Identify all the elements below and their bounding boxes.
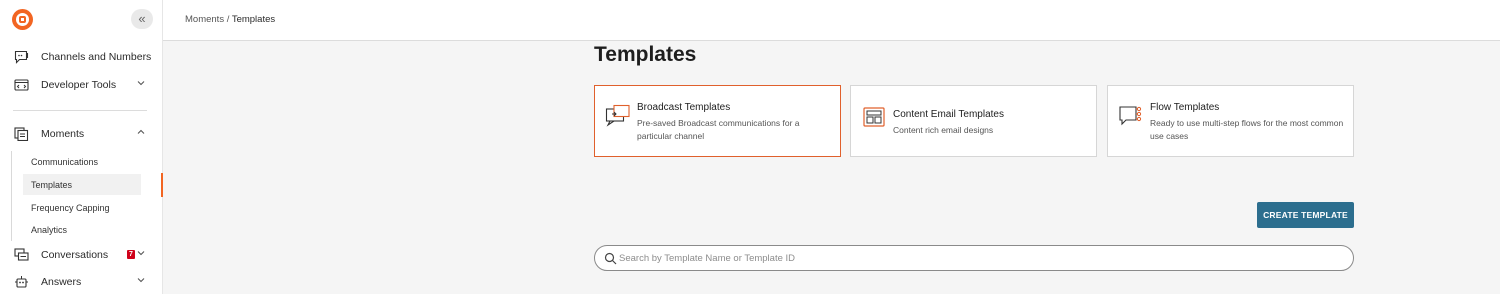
broadcast-icon bbox=[605, 104, 630, 127]
submenu-guide-line bbox=[11, 151, 12, 241]
sidebar-item-channels[interactable]: Channels and Numbers bbox=[0, 45, 162, 69]
content-email-templates-card[interactable]: Content Email Templates Content rich ema… bbox=[850, 85, 1097, 157]
top-bar: Moments / Templates bbox=[163, 0, 1500, 41]
sidebar-subitem-analytics[interactable]: Analytics bbox=[23, 219, 141, 240]
sidebar-item-label: Answers bbox=[41, 276, 82, 288]
sidebar-divider bbox=[13, 110, 147, 111]
sidebar-item-moments[interactable]: Moments bbox=[0, 122, 162, 146]
sidebar-item-answers[interactable]: Answers bbox=[0, 270, 162, 294]
robot-icon bbox=[15, 276, 28, 288]
search-input[interactable] bbox=[619, 250, 1339, 267]
breadcrumb-separator: / bbox=[224, 14, 232, 25]
card-description: Content rich email designs bbox=[893, 125, 994, 135]
sidebar-item-label: Conversations bbox=[41, 249, 109, 261]
chevron-down-icon[interactable] bbox=[137, 79, 145, 87]
search-icon bbox=[604, 252, 617, 265]
breadcrumb-current: Templates bbox=[231, 14, 276, 25]
chat-bubble-icon bbox=[14, 50, 29, 64]
sidebar-subitem-communications[interactable]: Communications bbox=[23, 151, 141, 172]
card-description: Pre-saved Broadcast communications for a… bbox=[637, 118, 800, 141]
logo-icon[interactable] bbox=[12, 9, 33, 30]
sidebar-item-conversations[interactable]: Conversations 7 bbox=[0, 243, 162, 267]
app: « Channels and Numbers Developer Tools M… bbox=[0, 0, 1500, 294]
sidebar-subitem-templates[interactable]: Templates bbox=[23, 174, 141, 195]
chevron-down-icon[interactable] bbox=[137, 276, 145, 284]
sidebar-subitem-frequency-capping[interactable]: Frequency Capping bbox=[23, 197, 141, 218]
card-title: Flow Templates bbox=[1150, 102, 1220, 113]
sidebar-item-label: Developer Tools bbox=[41, 79, 117, 91]
notification-badge: 7 bbox=[127, 250, 135, 259]
email-layout-icon bbox=[863, 107, 885, 127]
flow-icon bbox=[1119, 106, 1142, 126]
active-page-marker bbox=[161, 173, 163, 197]
sidebar: « Channels and Numbers Developer Tools M… bbox=[0, 0, 163, 294]
broadcast-templates-card[interactable]: Broadcast Templates Pre-saved Broadcast … bbox=[594, 85, 841, 157]
chevron-up-icon[interactable] bbox=[137, 128, 145, 136]
chevron-down-icon[interactable] bbox=[137, 249, 145, 257]
breadcrumb: Moments / Templates bbox=[185, 14, 275, 25]
sidebar-item-developer-tools[interactable]: Developer Tools bbox=[0, 73, 162, 97]
breadcrumb-moments-link[interactable]: Moments bbox=[185, 14, 224, 25]
moments-icon bbox=[14, 127, 29, 141]
code-window-icon bbox=[14, 79, 29, 91]
sidebar-item-label: Moments bbox=[41, 128, 85, 140]
double-chevron-left-icon: « bbox=[138, 11, 146, 26]
card-title: Broadcast Templates bbox=[637, 102, 731, 113]
page-title: Templates bbox=[594, 43, 697, 66]
create-template-button[interactable]: CREATE TEMPLATE bbox=[1257, 202, 1354, 228]
flow-templates-card[interactable]: Flow Templates Ready to use multi-step f… bbox=[1107, 85, 1354, 157]
sidebar-item-label: Channels and Numbers bbox=[41, 51, 152, 63]
card-title: Content Email Templates bbox=[893, 109, 1004, 120]
card-description: Ready to use multi-step flows for the mo… bbox=[1150, 118, 1344, 141]
template-search[interactable] bbox=[594, 245, 1354, 271]
conversations-icon bbox=[14, 248, 29, 261]
collapse-sidebar-button[interactable]: « bbox=[131, 9, 153, 29]
